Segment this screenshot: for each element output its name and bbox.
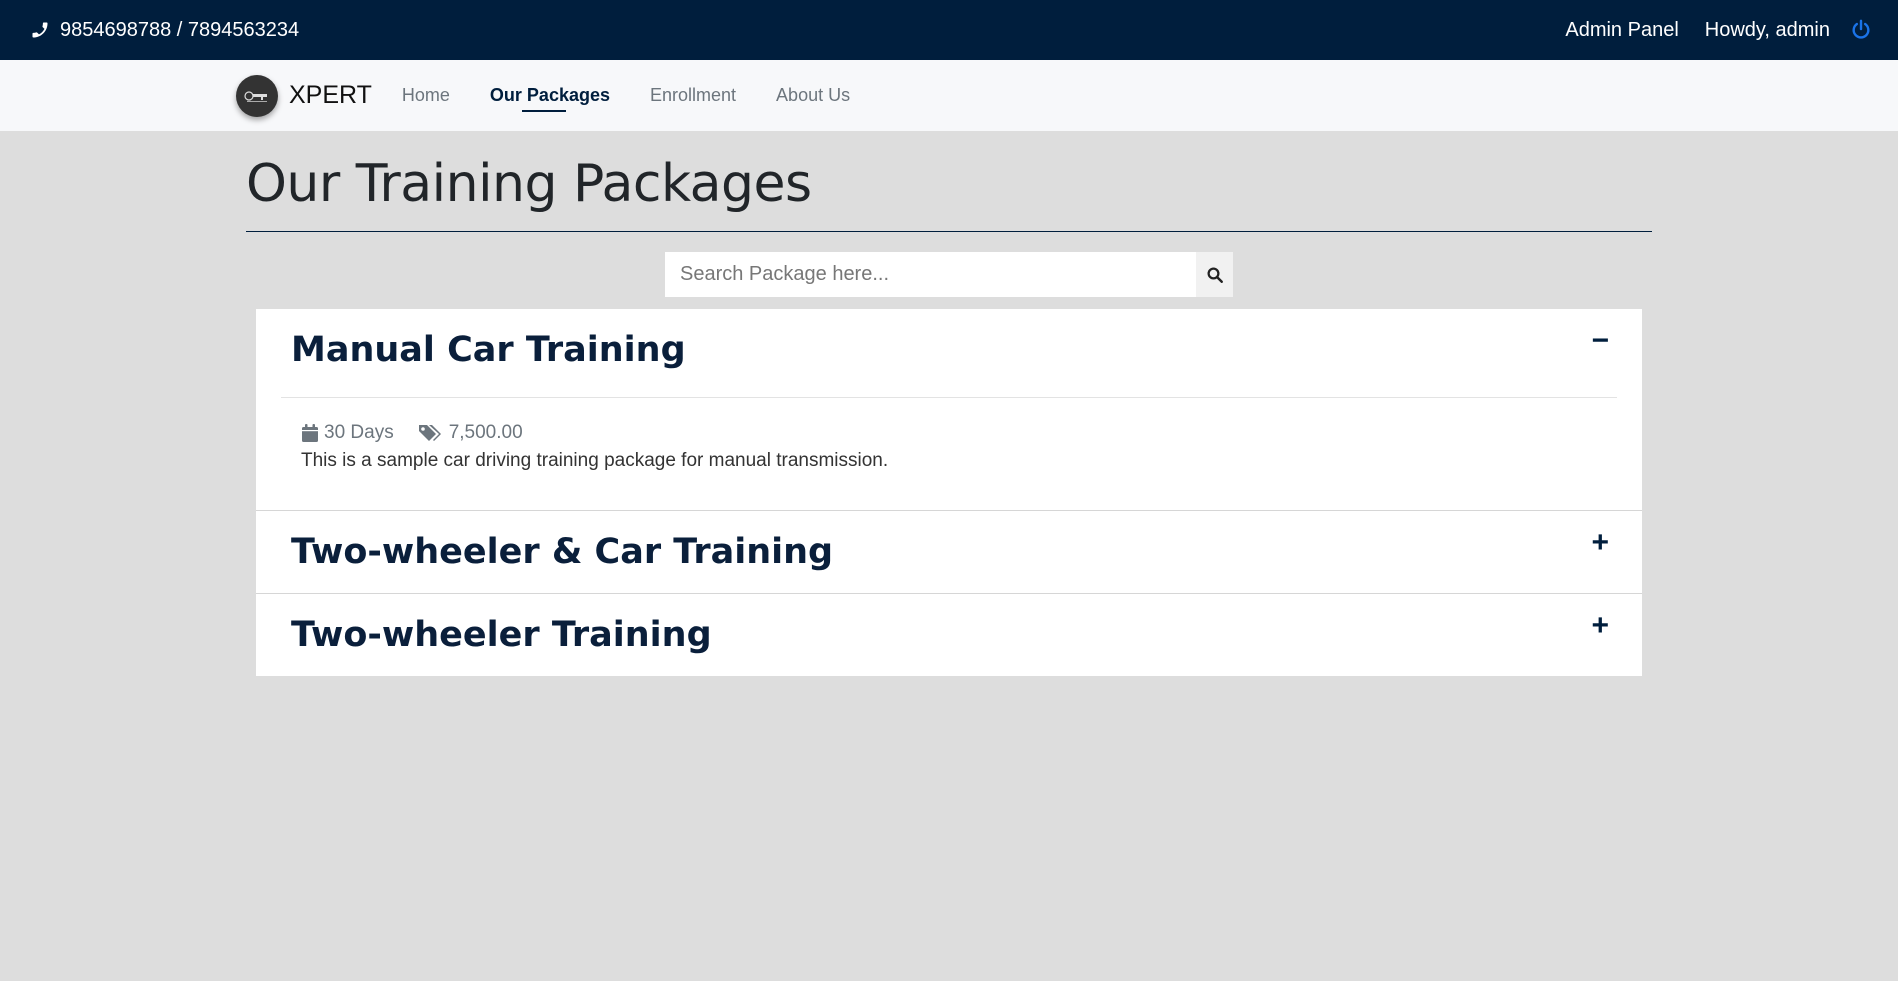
brand-name: XPERT	[289, 81, 372, 109]
package-title: Two-wheeler Training	[291, 615, 712, 656]
nav-home[interactable]: Home	[402, 79, 450, 112]
calendar-icon	[302, 424, 318, 443]
nav-about-us[interactable]: About Us	[776, 79, 850, 112]
expand-plus-icon[interactable]: +	[1591, 611, 1609, 641]
page-title: Our Training Packages	[246, 154, 812, 214]
collapse-minus-icon[interactable]: −	[1591, 326, 1609, 356]
logout-power-icon[interactable]	[1850, 19, 1872, 41]
search-input[interactable]	[665, 252, 1196, 298]
brand-home-link[interactable]: XPERT	[236, 74, 372, 117]
phone-numbers: 9854698788 / 7894563234	[60, 18, 300, 41]
package-description: This is a sample car driving training pa…	[301, 450, 889, 472]
search-bar	[246, 252, 1652, 298]
package-item: Two-wheeler & Car Training +	[256, 511, 1642, 595]
package-duration: 30 Days	[301, 422, 394, 444]
title-divider	[246, 231, 1652, 233]
user-greeting[interactable]: Howdy, admin	[1705, 19, 1830, 42]
search-button[interactable]	[1196, 252, 1233, 298]
expand-plus-icon[interactable]: +	[1591, 528, 1609, 558]
nav-enrollment[interactable]: Enrollment	[650, 79, 736, 112]
price-text: 7,500.00	[448, 422, 523, 444]
contact-info: 9854698788 / 7894563234	[30, 19, 299, 42]
admin-panel-link[interactable]: Admin Panel	[1565, 19, 1678, 42]
package-item: Two-wheeler Training +	[256, 594, 1642, 676]
package-title: Manual Car Training	[291, 330, 686, 371]
package-body: 30 Days 7,500.00 This is a sample car dr…	[256, 398, 1642, 510]
phone-icon	[30, 20, 50, 40]
package-header-manual-car[interactable]: Manual Car Training −	[256, 309, 1642, 391]
package-title: Two-wheeler & Car Training	[291, 532, 834, 573]
top-bar: 9854698788 / 7894563234 Admin Panel Howd…	[0, 0, 1898, 60]
main-content: Our Training Packages Manual Car Trainin…	[246, 131, 1652, 677]
brand-logo	[236, 74, 278, 117]
package-item: Manual Car Training − 30 Days 7,500.00 T…	[256, 309, 1642, 512]
duration-text: 30 Days	[324, 422, 394, 444]
main-navbar: XPERT Home Our Packages Enrollment About…	[0, 60, 1898, 131]
package-price: 7,500.00	[418, 422, 523, 444]
tags-icon	[418, 425, 441, 442]
search-icon	[1207, 267, 1223, 283]
package-header-two-wheeler[interactable]: Two-wheeler Training +	[256, 594, 1642, 676]
package-header-two-wheeler-car[interactable]: Two-wheeler & Car Training +	[256, 511, 1642, 593]
packages-accordion: Manual Car Training − 30 Days 7,500.00 T…	[256, 309, 1642, 677]
nav-our-packages[interactable]: Our Packages	[490, 79, 610, 112]
